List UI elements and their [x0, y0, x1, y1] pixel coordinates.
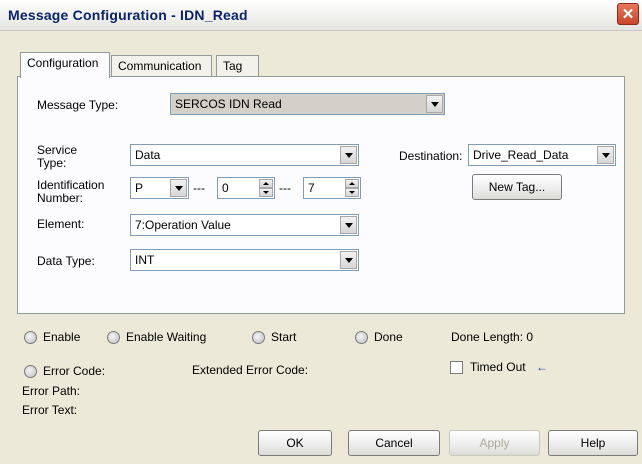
ok-button[interactable]: OK	[258, 430, 332, 456]
error-code-label: Error Code:	[43, 364, 106, 378]
id-set-stepper[interactable]: 0	[217, 177, 275, 199]
id-number-stepper[interactable]: 7	[303, 177, 361, 199]
tab-tag[interactable]: Tag	[216, 55, 259, 77]
destination-value: Drive_Read_Data	[473, 148, 569, 162]
enable-waiting-label: Enable Waiting	[126, 330, 207, 344]
enable-indicator	[24, 331, 37, 344]
message-type-select[interactable]: SERCOS IDN Read	[170, 93, 445, 115]
id-separator: ---	[279, 181, 291, 195]
start-indicator	[252, 331, 265, 344]
configuration-panel: Message Type: SERCOS IDN Read Service Typ…	[17, 76, 625, 314]
error-text-label: Error Text:	[22, 403, 78, 417]
help-button[interactable]: Help	[548, 430, 638, 456]
chevron-down-icon	[170, 179, 187, 197]
enable-label: Enable	[43, 330, 81, 344]
id-set-value: 0	[222, 181, 229, 195]
identification-number-label: Identification Number:	[37, 178, 105, 205]
close-button[interactable]: ✕	[617, 3, 639, 25]
done-length-label: Done Length: 0	[451, 330, 534, 344]
service-type-label: Service Type:	[37, 143, 78, 170]
chevron-down-icon	[340, 251, 357, 269]
service-type-value: Data	[135, 148, 161, 162]
start-label: Start	[271, 330, 297, 344]
spin-down-icon[interactable]	[259, 188, 273, 197]
cancel-button[interactable]: Cancel	[348, 430, 440, 456]
service-type-select[interactable]: Data	[130, 144, 359, 166]
error-code-indicator	[24, 365, 37, 378]
element-value: 7:Operation Value	[135, 218, 231, 232]
spin-up-icon[interactable]	[345, 179, 359, 188]
id-prefix-select[interactable]: P	[130, 177, 189, 199]
element-label: Element:	[37, 217, 85, 231]
timed-out-checkbox[interactable]	[450, 361, 463, 374]
tab-communication[interactable]: Communication	[111, 55, 212, 77]
id-number-value: 7	[308, 181, 315, 195]
tab-configuration[interactable]: Configuration	[20, 52, 110, 78]
chevron-down-icon	[426, 95, 443, 113]
data-type-value: INT	[135, 253, 155, 267]
destination-select[interactable]: Drive_Read_Data	[468, 144, 616, 166]
enable-waiting-indicator	[107, 331, 120, 344]
message-type-value: SERCOS IDN Read	[175, 97, 282, 111]
data-type-label: Data Type:	[37, 254, 95, 268]
chevron-down-icon	[340, 216, 357, 234]
chevron-down-icon	[340, 146, 357, 164]
window-title: Message Configuration - IDN_Read	[8, 7, 248, 23]
new-tag-button[interactable]: New Tag...	[472, 174, 562, 200]
spin-down-icon[interactable]	[345, 188, 359, 197]
data-type-select[interactable]: INT	[130, 249, 359, 271]
element-select[interactable]: 7:Operation Value	[130, 214, 359, 236]
id-separator: ---	[193, 181, 205, 195]
extended-error-code-label: Extended Error Code:	[192, 363, 309, 377]
message-type-label: Message Type:	[37, 98, 119, 112]
error-path-label: Error Path:	[22, 384, 81, 398]
done-label: Done	[374, 330, 403, 344]
timed-out-label: Timed Out	[470, 360, 526, 374]
spin-up-icon[interactable]	[259, 179, 273, 188]
arrow-left-icon: ←	[536, 360, 548, 374]
destination-label: Destination:	[399, 149, 463, 163]
apply-button[interactable]: Apply	[449, 430, 540, 456]
title-bar: Message Configuration - IDN_Read ✕	[0, 0, 642, 31]
done-indicator	[355, 331, 368, 344]
id-prefix-value: P	[135, 181, 144, 195]
chevron-down-icon	[597, 146, 614, 164]
